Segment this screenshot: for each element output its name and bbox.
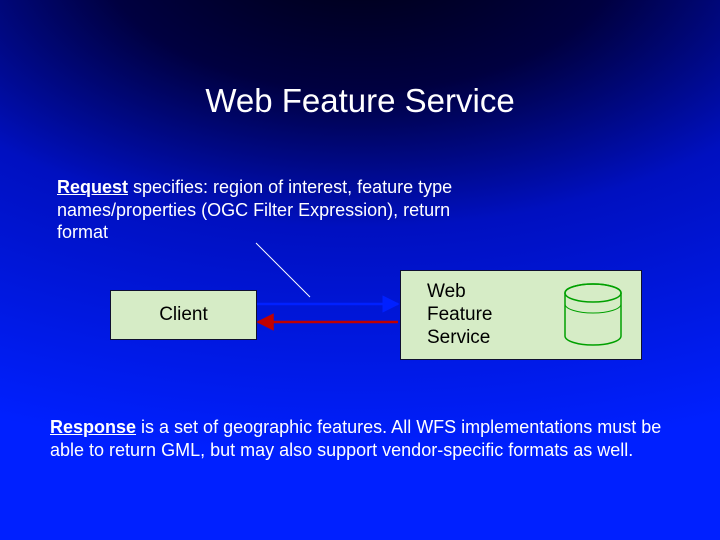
wfs-label: Web Feature Service [427,281,492,349]
annotation-line [256,243,310,297]
wfs-box: Web Feature Service [400,270,642,360]
response-lead: Response [50,417,136,437]
response-body: is a set of geographic features. All WFS… [50,417,661,460]
slide: Web Feature Service Request specifies: r… [0,0,720,540]
database-icon [561,282,625,348]
client-label: Client [159,304,208,326]
response-description: Response is a set of geographic features… [50,416,670,461]
client-box: Client [110,290,257,340]
